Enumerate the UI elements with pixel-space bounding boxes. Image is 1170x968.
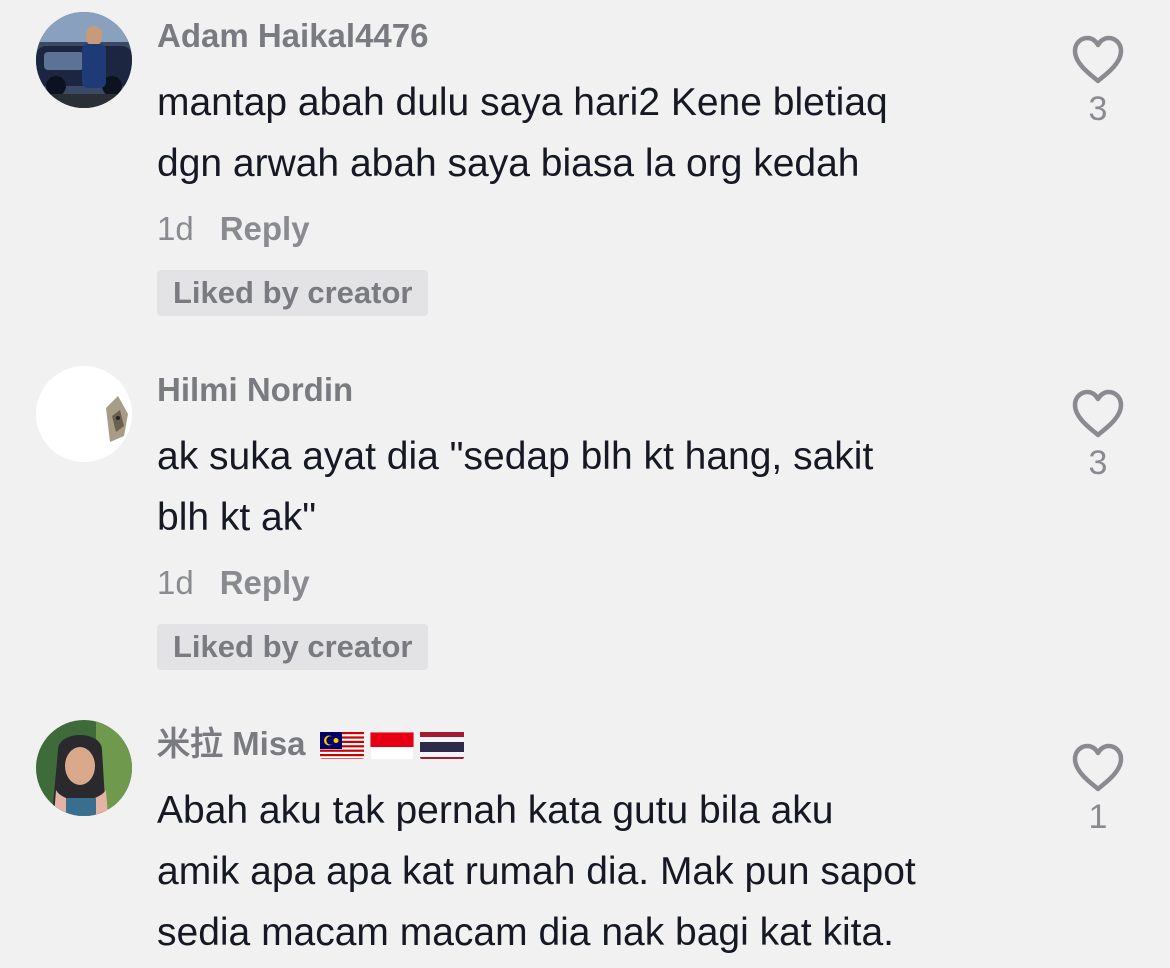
avatar[interactable] bbox=[36, 720, 132, 816]
flag-emojis bbox=[319, 729, 464, 759]
heart-icon[interactable] bbox=[1068, 34, 1128, 86]
comment-text-line: dgn arwah abah saya biasa la org kedah bbox=[157, 142, 860, 185]
indonesia-flag-icon bbox=[369, 729, 414, 759]
reply-button[interactable]: Reply bbox=[220, 558, 310, 608]
username[interactable]: 米拉 Misa bbox=[157, 722, 306, 766]
comment-text-line: sedia macam macam dia nak bagi kat kita. bbox=[157, 911, 895, 954]
like-count: 3 bbox=[1088, 90, 1108, 128]
comment-meta: 1d Reply bbox=[157, 204, 1037, 254]
malaysia-flag-icon bbox=[319, 729, 364, 759]
comment-text-line: amik apa apa kat rumah dia. Mak pun sapo… bbox=[157, 850, 916, 893]
avatar[interactable] bbox=[36, 366, 132, 462]
comment-text: ak suka ayat dia "sedap blh kt hang, sak… bbox=[157, 426, 1037, 548]
like-control: 1 bbox=[1068, 742, 1128, 837]
comment-text-line: mantap abah dulu saya hari2 Kene bletiaq bbox=[157, 81, 888, 124]
heart-icon[interactable] bbox=[1068, 742, 1128, 794]
heart-icon[interactable] bbox=[1068, 388, 1128, 440]
like-count: 3 bbox=[1088, 444, 1108, 482]
comment-meta: 1d Reply bbox=[157, 558, 1037, 608]
timestamp: 1d bbox=[157, 564, 194, 601]
liked-by-creator-badge: Liked by creator bbox=[157, 270, 429, 316]
thailand-flag-icon bbox=[419, 729, 464, 759]
liked-by-creator-badge: Liked by creator bbox=[157, 624, 429, 670]
username[interactable]: Adam Haikal4476 bbox=[157, 14, 1037, 58]
like-control: 3 bbox=[1068, 34, 1128, 129]
comment-text-line: Abah aku tak pernah kata gutu bila aku bbox=[157, 789, 834, 832]
username[interactable]: Hilmi Nordin bbox=[157, 368, 1037, 412]
username-row: 米拉 Misa bbox=[157, 722, 1037, 766]
avatar[interactable] bbox=[36, 12, 132, 108]
comment-text-line: blh kt ak" bbox=[157, 496, 317, 539]
comment-text: mantap abah dulu saya hari2 Kene bletiaq… bbox=[157, 72, 1037, 194]
like-control: 3 bbox=[1068, 388, 1128, 483]
timestamp: 1d bbox=[157, 210, 194, 247]
car-photo-avatar bbox=[36, 12, 132, 108]
reply-button[interactable]: Reply bbox=[220, 204, 310, 254]
like-count: 1 bbox=[1088, 798, 1108, 836]
white-cat-avatar bbox=[36, 366, 132, 462]
woman-hijab-avatar bbox=[36, 720, 132, 816]
comment-text-line: ak suka ayat dia "sedap blh kt hang, sak… bbox=[157, 435, 874, 478]
comment-text: Abah aku tak pernah kata gutu bila aku a… bbox=[157, 780, 1037, 963]
